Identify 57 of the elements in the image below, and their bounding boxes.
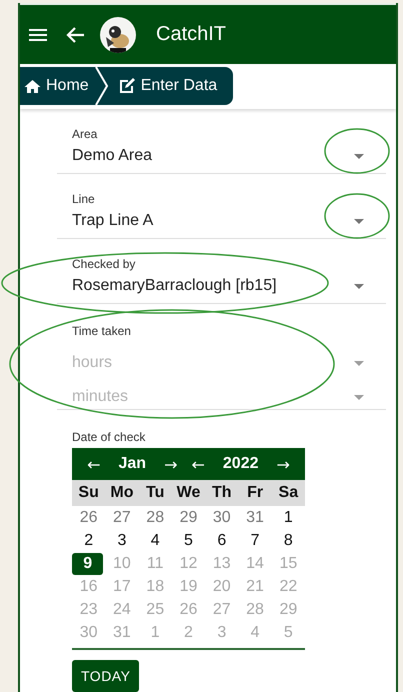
calendar-day[interactable]: 9 <box>72 553 104 575</box>
select-field[interactable]: minutes <box>72 380 386 414</box>
placeholder-text: hours <box>72 354 112 372</box>
field-label: Checked by <box>72 257 136 271</box>
calendar-day[interactable]: 26 <box>72 507 106 529</box>
dropdown-caret-icon <box>354 218 364 224</box>
weekday-label: Tu <box>145 484 166 502</box>
app-title: CatchIT <box>156 23 226 46</box>
field-label: Line <box>72 192 96 206</box>
edit-icon <box>118 78 136 94</box>
field-value: Demo Area <box>72 147 152 165</box>
today-button[interactable]: TODAY <box>72 660 140 692</box>
calendar-day[interactable]: 3 <box>105 530 139 552</box>
select-field[interactable]: Line Trap Line A <box>57 186 386 239</box>
home-icon <box>24 78 41 94</box>
calendar-day[interactable]: 1 <box>272 507 305 529</box>
dropdown-caret-icon <box>354 394 364 400</box>
calendar-day[interactable]: 2 <box>72 530 106 552</box>
previous-year-button[interactable]: ← <box>189 454 207 474</box>
calendar-day[interactable]: 31 <box>238 507 272 529</box>
breadcrumb-link[interactable]: Enter Data <box>108 77 224 95</box>
back-arrow-icon[interactable] <box>66 26 86 44</box>
previous-month-button[interactable]: ← <box>85 454 102 474</box>
next-year-button[interactable]: → <box>274 454 292 474</box>
weekday-label: Su <box>77 484 100 502</box>
calendar-day[interactable]: 29 <box>172 507 206 529</box>
month-label: Jan <box>118 455 146 473</box>
calendar-day[interactable]: 27 <box>105 507 139 529</box>
menu-icon[interactable] <box>28 26 48 42</box>
dropdown-caret-icon <box>354 360 364 366</box>
calendar-day[interactable]: 28 <box>138 507 172 529</box>
dropdown-caret-icon <box>354 154 364 158</box>
placeholder-text: minutes <box>72 388 128 406</box>
next-month-button[interactable]: → <box>162 454 180 474</box>
select-field[interactable]: Area Demo Area <box>57 121 386 174</box>
year-label: 2022 <box>222 455 258 473</box>
select-field[interactable]: hours <box>72 346 386 380</box>
field-label: Time taken <box>72 324 132 338</box>
calendar-day[interactable]: 6 <box>205 530 238 552</box>
chevron-separator-icon <box>94 67 109 105</box>
field-value: Trap Line A <box>72 212 154 230</box>
field-label: Area <box>72 127 98 141</box>
calendar-day[interactable]: 7 <box>238 530 272 552</box>
weekday-label: We <box>176 484 202 502</box>
weekday-label: Mo <box>109 484 134 502</box>
select-field[interactable]: Checked by RosemaryBarraclough [rb15] <box>57 251 386 304</box>
field-label: Date of check <box>72 430 146 444</box>
field-value: RosemaryBarraclough [rb15] <box>72 277 277 295</box>
weekday-label: Sa <box>278 484 300 502</box>
weekday-label: Fr <box>246 484 264 502</box>
calendar-day[interactable]: 30 <box>205 507 238 529</box>
breadcrumb-link[interactable]: Home <box>20 77 95 95</box>
calendar-day[interactable]: 4 <box>138 530 172 552</box>
calendar-day[interactable]: 8 <box>272 530 305 552</box>
dropdown-caret-icon <box>354 284 364 288</box>
weekday-label: Th <box>211 484 233 502</box>
calendar-day[interactable]: 5 <box>172 530 206 552</box>
